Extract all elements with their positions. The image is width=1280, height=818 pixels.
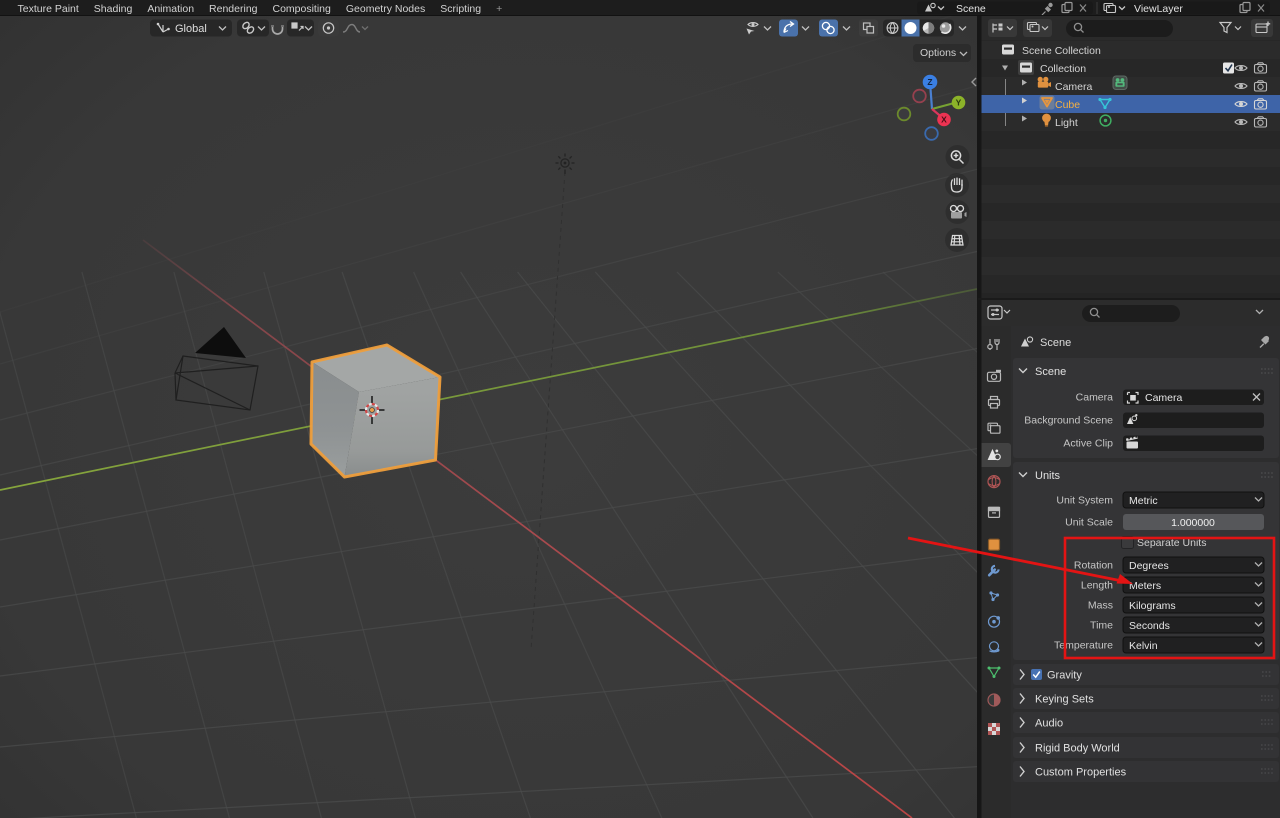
svg-text:Collection: Collection (1040, 63, 1086, 75)
svg-text:Scene: Scene (1035, 366, 1066, 378)
svg-text:Cube: Cube (1055, 99, 1080, 111)
svg-text:Keying Sets: Keying Sets (1035, 694, 1094, 706)
svg-text:Seconds: Seconds (1129, 620, 1170, 632)
svg-text:Kilograms: Kilograms (1129, 600, 1176, 612)
svg-text:Metric: Metric (1129, 495, 1158, 507)
svg-text:Scene Collection: Scene Collection (1022, 45, 1101, 57)
svg-text:Unit System: Unit System (1056, 495, 1113, 507)
svg-text:Z: Z (927, 77, 932, 87)
svg-text:Mass: Mass (1088, 600, 1113, 612)
svg-text:Kelvin: Kelvin (1129, 640, 1158, 652)
svg-text:Degrees: Degrees (1129, 560, 1169, 572)
svg-text:Temperature: Temperature (1054, 640, 1113, 652)
svg-text:Time: Time (1090, 620, 1113, 632)
svg-text:Global: Global (175, 23, 207, 35)
svg-text:Scene: Scene (1040, 337, 1071, 349)
svg-text:ViewLayer: ViewLayer (1134, 3, 1183, 15)
svg-text:Light: Light (1055, 117, 1078, 129)
svg-text:Active Clip: Active Clip (1063, 438, 1113, 450)
svg-text:Camera: Camera (1145, 392, 1183, 404)
svg-text:Background Scene: Background Scene (1024, 415, 1113, 427)
svg-text:1.000000: 1.000000 (1171, 517, 1215, 529)
svg-text:Camera: Camera (1055, 81, 1093, 93)
svg-text:Audio: Audio (1035, 718, 1063, 730)
svg-text:Length: Length (1081, 580, 1113, 592)
svg-text:Rigid Body World: Rigid Body World (1035, 743, 1120, 755)
svg-text:Custom Properties: Custom Properties (1035, 767, 1127, 779)
svg-text:Unit Scale: Unit Scale (1065, 517, 1113, 529)
svg-text:Camera: Camera (1076, 392, 1114, 404)
svg-text:Scene: Scene (956, 3, 986, 15)
svg-text:Rotation: Rotation (1074, 560, 1113, 572)
svg-text:Separate Units: Separate Units (1137, 537, 1206, 549)
svg-text:Y: Y (956, 98, 962, 108)
svg-text:Units: Units (1035, 470, 1061, 482)
svg-text:Gravity: Gravity (1047, 670, 1082, 682)
svg-text:X: X (941, 115, 947, 125)
svg-text:Meters: Meters (1129, 580, 1161, 592)
